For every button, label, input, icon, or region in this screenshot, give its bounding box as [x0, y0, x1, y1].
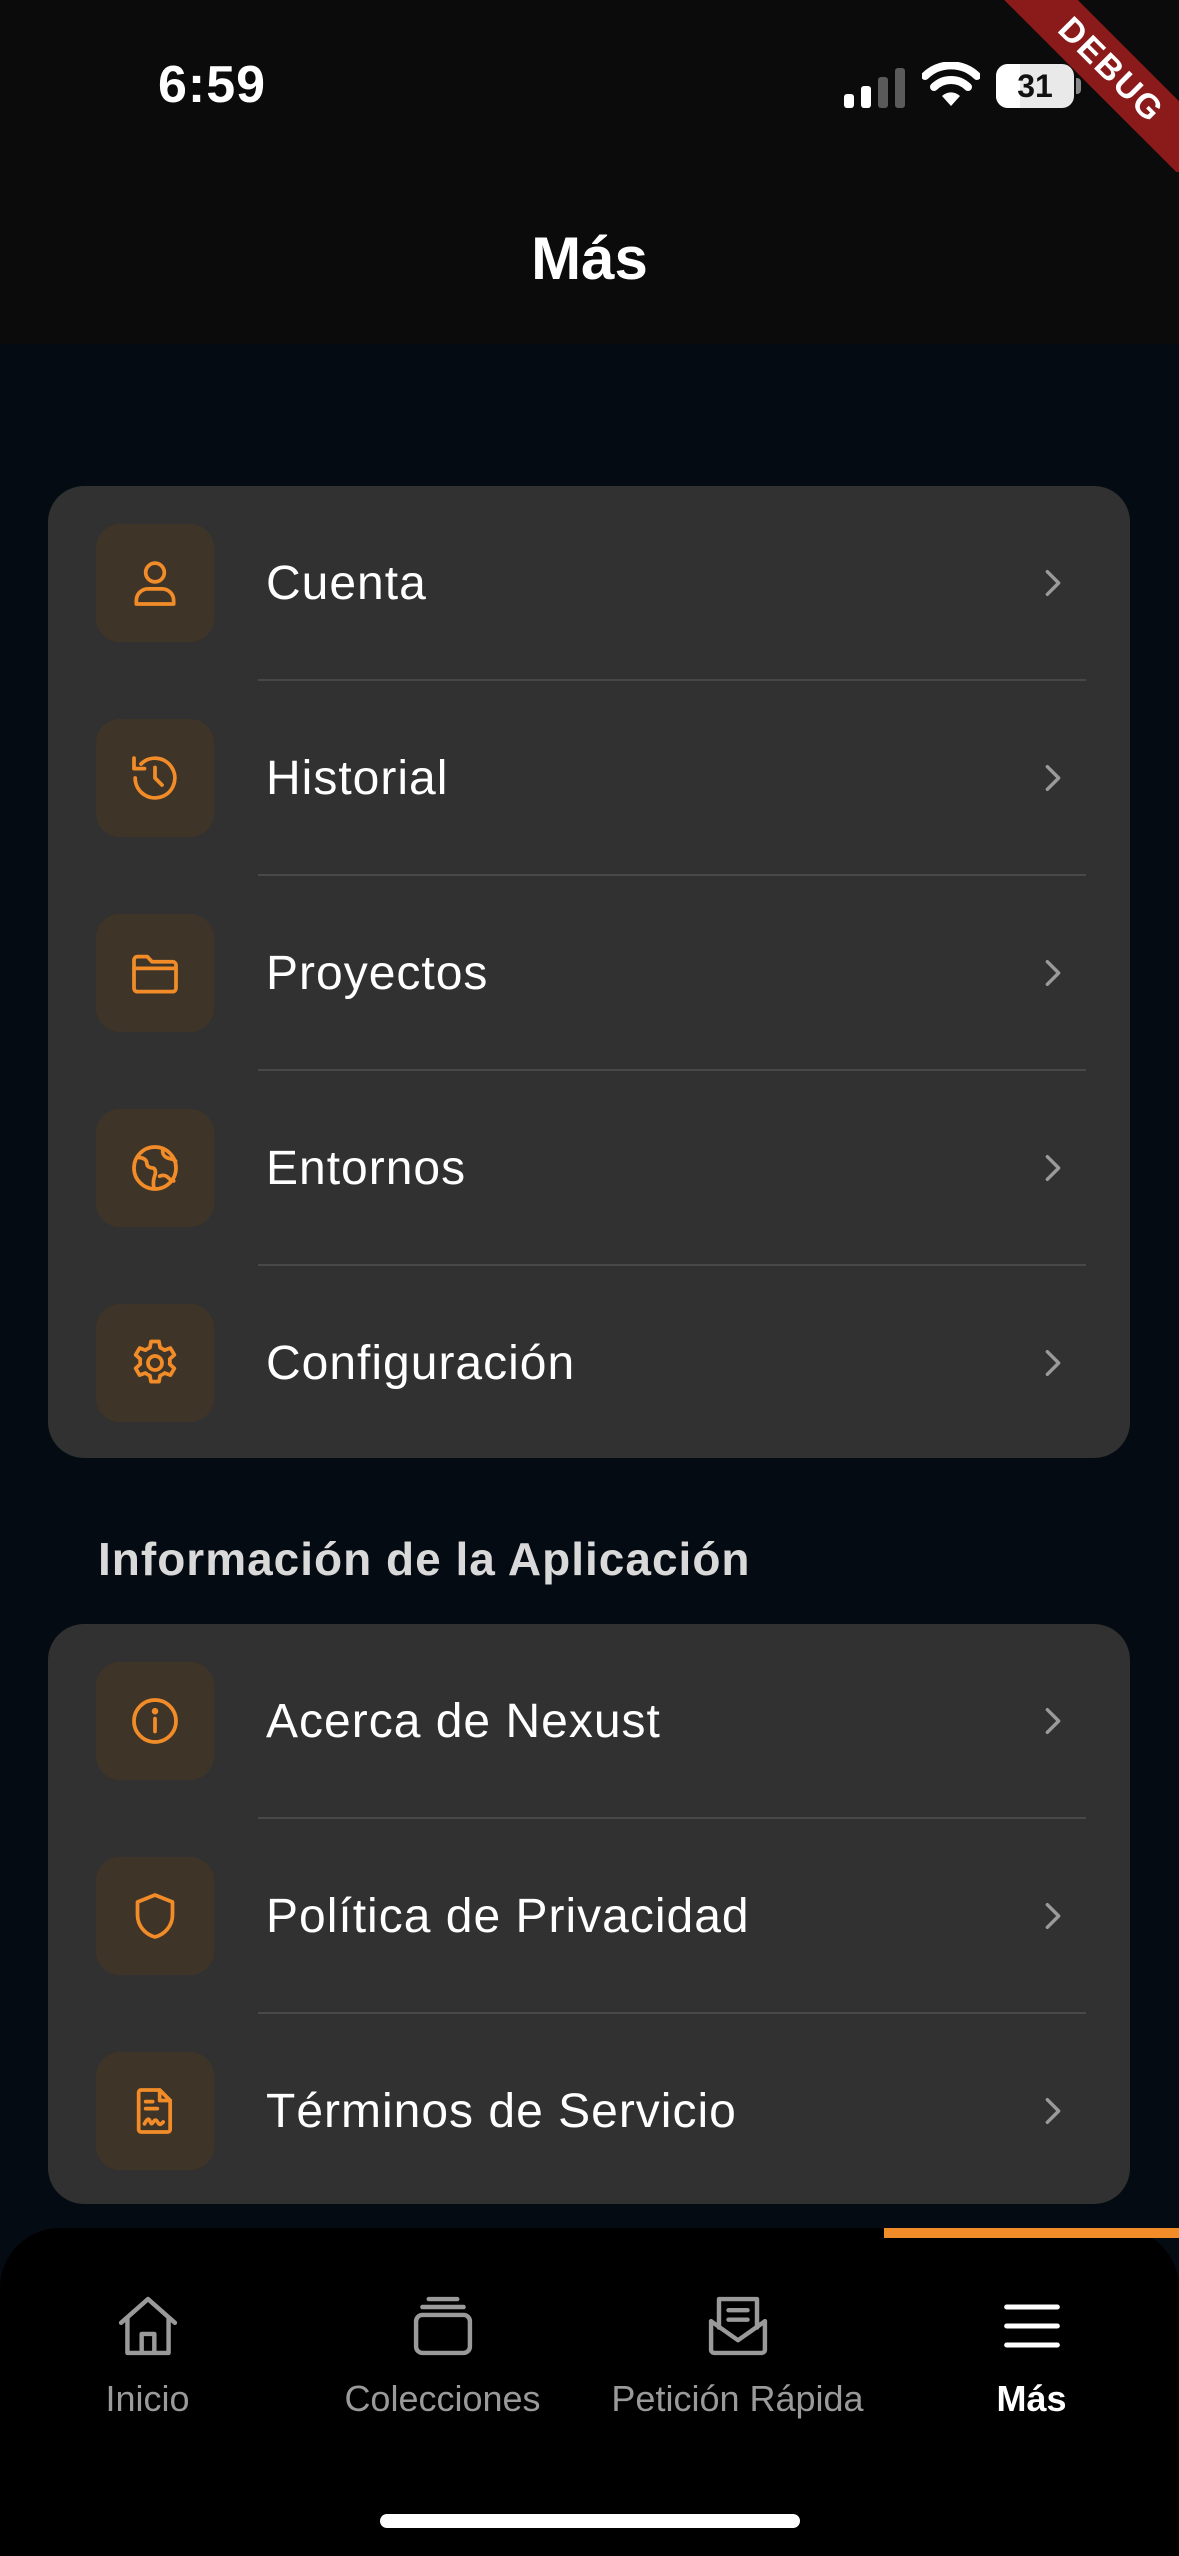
active-tab-indicator [884, 2228, 1179, 2238]
tab-inicio[interactable]: Inicio [0, 2288, 295, 2448]
menu-item-configuracion[interactable]: Configuración [48, 1266, 1130, 1458]
status-time: 6:59 [158, 56, 267, 114]
menu-item-historial[interactable]: Historial [48, 681, 1130, 876]
menu-icon-box [96, 1304, 214, 1422]
main-menu-card: Cuenta Historial Proyectos Entornos Conf… [48, 486, 1130, 1458]
chevron-right-icon [1045, 1154, 1061, 1182]
menu-icon-box [96, 1109, 214, 1227]
home-indicator[interactable] [380, 2514, 800, 2528]
gear-icon [133, 1339, 177, 1384]
cellular-signal-icon [844, 68, 905, 108]
section-title-app-info: Información de la Aplicación [98, 1533, 751, 1585]
chevron-right-icon [1045, 1902, 1061, 1930]
menu-icon-box [96, 1857, 214, 1975]
tab-label: Más [996, 2378, 1067, 2419]
tab-colecciones[interactable]: Colecciones [295, 2288, 590, 2448]
chevron-right-icon [1045, 764, 1061, 792]
menu-item-label: Cuenta [266, 557, 427, 610]
app-header: Más [0, 172, 1179, 344]
page-title: Más [531, 225, 648, 292]
globe-icon [132, 1145, 178, 1191]
tab-peticion-rapida[interactable]: Petición Rápida [590, 2288, 885, 2448]
menu-item-terms-of-service[interactable]: Términos de Servicio [48, 2014, 1130, 2204]
document-signature-icon [136, 2088, 173, 2134]
menu-item-label: Configuración [266, 1337, 576, 1390]
menu-icon-box [96, 1662, 214, 1780]
chevron-right-icon [1045, 2097, 1061, 2125]
menu-item-label: Términos de Servicio [266, 2085, 737, 2138]
tab-label: Petición Rápida [611, 2378, 864, 2419]
menu-icon-box [96, 524, 214, 642]
menu-icon-box [96, 2052, 214, 2170]
debug-banner-label: DEBUG [999, 0, 1179, 180]
chevron-right-icon [1045, 569, 1061, 597]
folder-icon [132, 954, 178, 994]
menu-item-entornos[interactable]: Entornos [48, 1071, 1130, 1266]
collections-icon [413, 2296, 472, 2356]
history-icon [132, 756, 177, 800]
menu-item-privacy-policy[interactable]: Política de Privacidad [48, 1819, 1130, 2014]
tab-label: Inicio [105, 2378, 190, 2419]
menu-item-about[interactable]: Acerca de Nexust [48, 1624, 1130, 1819]
menu-item-label: Entornos [266, 1142, 467, 1195]
app-info-card: Acerca de Nexust Política de Privacidad … [48, 1624, 1130, 2204]
info-icon [132, 1698, 178, 1744]
shield-icon [135, 1893, 175, 1939]
tab-label: Colecciones [344, 2378, 541, 2419]
user-icon [134, 561, 176, 606]
menu-icon-box [96, 719, 214, 837]
wifi-icon [922, 62, 980, 106]
menu-icon [1003, 2304, 1060, 2348]
chevron-right-icon [1045, 1707, 1061, 1735]
debug-banner: DEBUG [999, 0, 1179, 180]
home-icon [118, 2296, 177, 2356]
bottom-tab-bar: Inicio Colecciones Petición Rápida Más [0, 2228, 1179, 2556]
chevron-right-icon [1045, 959, 1061, 987]
menu-item-label: Proyectos [266, 947, 489, 1000]
menu-item-label: Historial [266, 752, 449, 805]
chevron-right-icon [1045, 1349, 1061, 1377]
menu-icon-box [96, 914, 214, 1032]
quick-request-icon [708, 2296, 767, 2356]
menu-item-proyectos[interactable]: Proyectos [48, 876, 1130, 1071]
menu-item-cuenta[interactable]: Cuenta [48, 486, 1130, 681]
tab-mas[interactable]: Más [884, 2288, 1179, 2448]
menu-item-label: Acerca de Nexust [266, 1695, 661, 1748]
menu-item-label: Política de Privacidad [266, 1890, 750, 1943]
